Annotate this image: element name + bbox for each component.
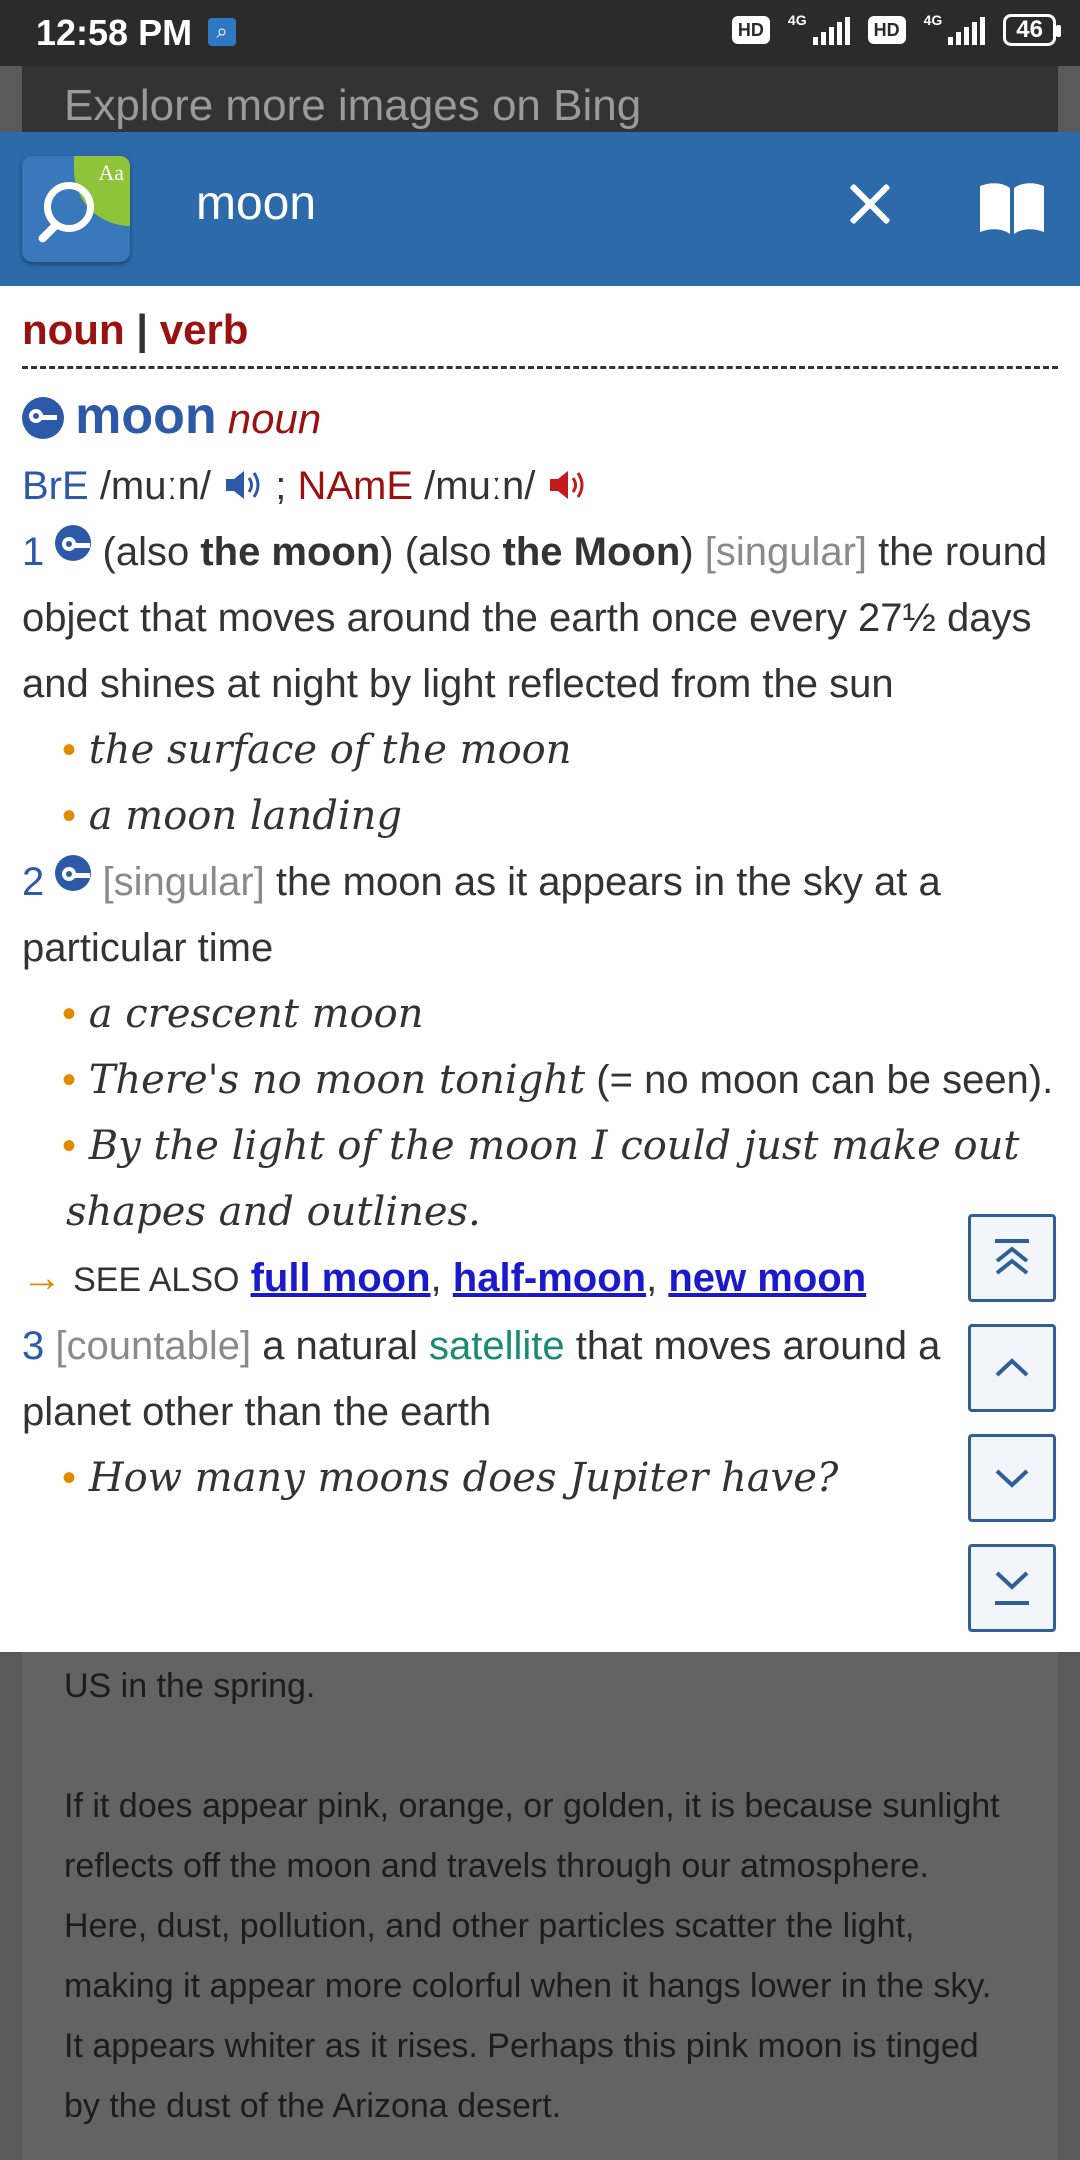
arrow-right-icon: →: [22, 1256, 62, 1300]
network-type: 4G: [923, 12, 943, 28]
link-full-moon[interactable]: full moon: [251, 1256, 431, 1300]
signal-icon: [948, 15, 986, 45]
tab-verb[interactable]: verb: [160, 306, 249, 353]
pron-separator: ;: [275, 464, 287, 508]
dictionary-entry: noun | verb moon noun BrE /muːn/ ; NAmE …: [0, 286, 1080, 1652]
scroll-top-button[interactable]: [968, 1214, 1056, 1302]
scroll-down-button[interactable]: [968, 1434, 1056, 1522]
status-indicators: HD 4G HD 4G 46: [731, 12, 1061, 46]
pron-bre: /muːn/: [99, 464, 211, 508]
headword: moon: [75, 387, 217, 445]
oxford-key-icon: [55, 855, 92, 891]
network-type: 4G: [787, 12, 807, 28]
example: • a moon landing: [62, 793, 403, 839]
pron-name: /muːn/: [424, 464, 536, 508]
bing-banner[interactable]: Explore more images on Bing: [22, 66, 1058, 132]
grammar-label: [singular]: [704, 530, 868, 574]
see-also: → SEE ALSO full moon, half-moon, new moo…: [22, 1256, 867, 1300]
tab-noun[interactable]: noun: [22, 306, 125, 353]
battery-icon: 46: [1003, 14, 1061, 46]
example-gloss: (= no moon can be seen).: [585, 1058, 1054, 1102]
book-icon[interactable]: [976, 178, 1048, 238]
grammar-label: [countable]: [55, 1324, 252, 1368]
speaker-red-icon[interactable]: [546, 467, 588, 503]
oxford-key-icon: [22, 397, 64, 439]
link-new-moon[interactable]: new moon: [668, 1256, 866, 1300]
link-satellite[interactable]: satellite: [429, 1324, 565, 1368]
hd-badge: HD: [867, 16, 906, 44]
example: • a crescent moon: [62, 991, 424, 1037]
signal-icon: [812, 15, 850, 45]
status-bar: 12:58 PM ⌕ HD 4G HD 4G 46: [0, 0, 1080, 66]
scroll-up-icon: [995, 1358, 1029, 1377]
grammar-label: [singular]: [102, 860, 265, 904]
speaker-blue-icon[interactable]: [222, 467, 264, 503]
headword-pos: noun: [227, 395, 322, 442]
sense-number: 2: [22, 860, 45, 904]
notification-app-icon: ⌕: [208, 18, 236, 46]
pronunciation-line: BrE /muːn/ ; NAmE /muːn/: [22, 453, 1058, 519]
example: • How many moons does Jupiter have?: [62, 1455, 839, 1501]
sense-2: 2 [singular] the moon as it appears in t…: [22, 849, 1058, 981]
example: • There's no moon tonight (= no moon can…: [62, 1057, 1054, 1103]
article-line: US in the spring.: [64, 1667, 316, 1705]
example: • By the light of the moon I could just …: [62, 1123, 1020, 1235]
example: • the surface of the moon: [62, 727, 572, 773]
pron-name-label: NAmE: [297, 464, 414, 508]
background-article: US in the spring. If it does appear pink…: [22, 1652, 1058, 2160]
sense-1: 1 (also the moon) (also the Moon) [singu…: [22, 519, 1058, 717]
sense-number: 1: [22, 530, 45, 574]
scroll-up-button[interactable]: [968, 1324, 1056, 1412]
hd-badge: HD: [731, 16, 770, 44]
article-paragraph: If it does appear pink, orange, or golde…: [64, 1787, 1000, 2125]
pron-bre-label: BrE: [22, 464, 89, 508]
see-also-label: SEE ALSO: [73, 1261, 240, 1299]
scroll-top-icon: [995, 1239, 1029, 1275]
tab-separator: |: [136, 306, 149, 353]
scroll-bottom-icon: [995, 1571, 1029, 1605]
scroll-down-icon: [995, 1469, 1029, 1488]
scroll-bottom-button[interactable]: [968, 1544, 1056, 1632]
sense-number: 3: [22, 1324, 45, 1368]
dictionary-header: Aa moon: [0, 132, 1080, 286]
search-word[interactable]: moon: [196, 176, 316, 231]
link-half-moon[interactable]: half-moon: [453, 1256, 646, 1300]
status-time: 12:58 PM: [36, 12, 193, 53]
headword-line: moon noun: [22, 383, 1058, 453]
sense-3: 3 [countable] a natural satellite that m…: [22, 1324, 941, 1434]
dictionary-logo-icon[interactable]: Aa: [22, 156, 130, 262]
close-icon[interactable]: [838, 172, 904, 238]
part-of-speech-tabs: noun | verb: [22, 302, 1058, 369]
oxford-key-icon: [55, 525, 92, 561]
